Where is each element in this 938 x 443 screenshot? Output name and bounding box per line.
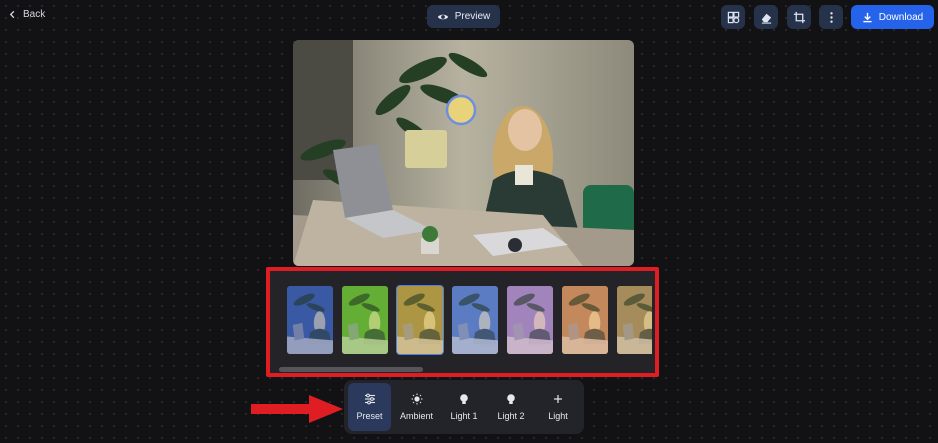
preset-thumbnail-image	[342, 286, 388, 354]
download-label: Download	[878, 11, 924, 23]
sliders-icon	[364, 393, 375, 405]
dock-item-light-2[interactable]: Light 2	[488, 383, 534, 431]
back-button[interactable]: Back	[8, 9, 45, 20]
preset-thumbnail[interactable]	[286, 285, 334, 355]
bottom-toolbar: Preset Ambient Light 1 Light 2 Light	[344, 380, 584, 434]
dock-item-add-light[interactable]: Light	[536, 383, 580, 431]
dock-label-ambient: Ambient	[399, 411, 434, 421]
sun-icon	[411, 393, 422, 405]
preset-thumbnail-image	[397, 286, 443, 354]
plus-icon	[554, 395, 562, 403]
download-icon	[863, 12, 872, 22]
crop-icon	[793, 11, 805, 23]
more-vertical-icon	[829, 11, 833, 23]
preset-thumbnail-image	[287, 286, 333, 354]
dock-label-preset: Preset	[356, 411, 383, 421]
dock-item-preset[interactable]: Preset	[348, 383, 391, 431]
chevron-left-icon	[9, 10, 15, 19]
preset-thumbnail[interactable]	[341, 285, 389, 355]
dock-label-light-2: Light 2	[497, 411, 525, 421]
preview-button[interactable]: Preview	[427, 5, 500, 28]
dock-item-light-1[interactable]: Light 1	[441, 383, 487, 431]
preset-thumbnail-strip[interactable]	[284, 284, 652, 358]
bulb-icon	[507, 394, 515, 404]
eraser-button[interactable]	[754, 5, 778, 29]
bulb-icon	[460, 394, 468, 404]
crop-button[interactable]	[787, 5, 811, 29]
preset-thumbnail[interactable]	[561, 285, 609, 355]
photo-illustration	[293, 40, 634, 266]
preset-strip-scrollbar[interactable]	[279, 367, 423, 372]
dock-label-add-light: Light	[548, 411, 568, 421]
red-arrow-annotation	[251, 395, 343, 423]
main-photo	[293, 40, 634, 266]
preset-thumbnail-image	[507, 286, 553, 354]
preset-thumbnail-image	[617, 286, 652, 354]
dock-item-ambient[interactable]: Ambient	[394, 383, 439, 431]
more-button[interactable]	[819, 5, 843, 29]
eye-icon	[437, 14, 448, 19]
preset-thumbnail-image	[562, 286, 608, 354]
preset-thumbnail[interactable]	[616, 285, 652, 355]
dock-label-light-1: Light 1	[450, 411, 478, 421]
preset-thumbnail[interactable]	[451, 285, 499, 355]
preset-thumbnail-image	[452, 286, 498, 354]
preview-label: Preview	[454, 11, 491, 22]
preset-thumbnail[interactable]	[506, 285, 554, 355]
download-button[interactable]: Download	[851, 5, 934, 29]
compare-button[interactable]	[721, 5, 745, 29]
eraser-icon	[761, 13, 771, 24]
compare-icon	[727, 11, 739, 23]
preset-thumbnail[interactable]	[396, 285, 444, 355]
top-bar: Back Preview Download	[0, 0, 938, 36]
back-label: Back	[23, 9, 46, 20]
